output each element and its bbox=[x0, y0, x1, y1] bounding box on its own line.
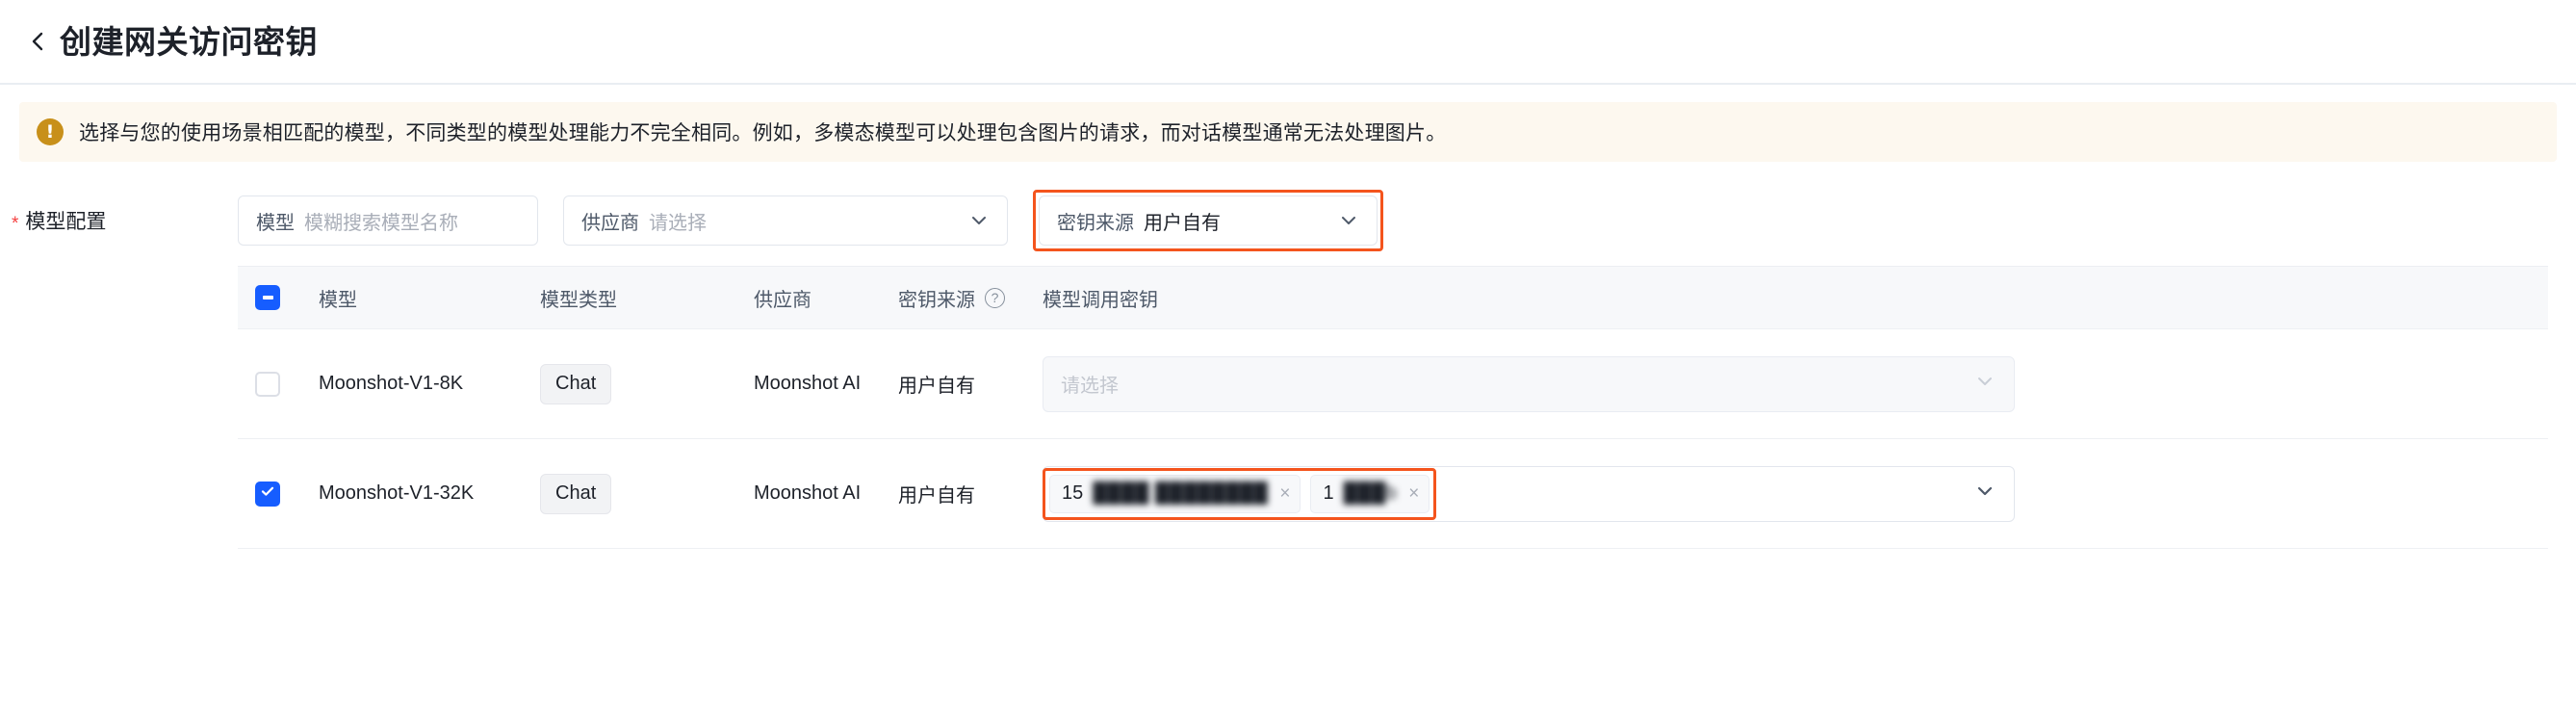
column-header-api-key: 模型调用密钥 bbox=[1043, 289, 1158, 311]
vendor-select-prefix: 供应商 bbox=[581, 212, 639, 234]
model-config-label: * 模型配置 bbox=[0, 206, 238, 235]
cell-model-type: Chat bbox=[540, 473, 754, 514]
chevron-down-icon bbox=[1338, 210, 1359, 231]
key-source-filter-highlight: 密钥来源 用户自有 bbox=[1033, 190, 1383, 251]
page-header: 创建网关访问密钥 bbox=[0, 0, 2576, 85]
column-header-vendor: 供应商 bbox=[754, 289, 811, 311]
key-source-select[interactable]: 密钥来源 用户自有 bbox=[1039, 195, 1378, 246]
cell-api-key: 15 ████ ████████ × 1 ███b × bbox=[1043, 465, 2548, 522]
warning-exclamation-icon: ! bbox=[37, 118, 64, 145]
chevron-left-icon[interactable] bbox=[27, 31, 48, 52]
close-icon[interactable]: × bbox=[1277, 484, 1292, 503]
vendor-select-placeholder: 请选择 bbox=[649, 212, 707, 234]
key-source-select-prefix: 密钥来源 bbox=[1057, 212, 1134, 234]
column-header-key-source-text: 密钥来源 bbox=[898, 289, 975, 311]
model-type-tag: Chat bbox=[540, 363, 612, 404]
api-key-chip-masked: ███b bbox=[1343, 482, 1398, 504]
row-checkbox-cell bbox=[255, 481, 319, 507]
api-key-select-stack: 15 ████ ████████ × 1 ███b × bbox=[1043, 465, 2015, 522]
question-circle-icon[interactable]: ? bbox=[985, 287, 1005, 308]
api-key-chips-highlight: 15 ████ ████████ × 1 ███b × bbox=[1043, 467, 1437, 520]
row-checkbox[interactable] bbox=[255, 481, 280, 507]
api-key-chip-masked: ████ ████████ bbox=[1093, 482, 1269, 504]
api-key-chip[interactable]: 15 ████ ████████ × bbox=[1049, 474, 1301, 513]
close-icon[interactable]: × bbox=[1406, 484, 1421, 503]
vendor-select[interactable]: 供应商 请选择 bbox=[563, 195, 1008, 246]
column-header-key-source: 密钥来源 ? bbox=[898, 284, 1043, 312]
api-key-chip-lead: 1 bbox=[1323, 482, 1334, 504]
chevron-down-icon bbox=[1973, 480, 1996, 508]
row-checkbox[interactable] bbox=[255, 371, 280, 397]
table-row: Moonshot-V1-32K Chat Moonshot AI 用户自有 15 bbox=[238, 438, 2548, 548]
cell-model-type: Chat bbox=[540, 363, 754, 404]
api-key-select-disabled[interactable]: 请选择 bbox=[1043, 355, 2015, 412]
key-source-select-value: 用户自有 bbox=[1144, 212, 1221, 234]
api-key-select-placeholder: 请选择 bbox=[1061, 376, 1119, 397]
table-header-row: 模型 模型类型 供应商 密钥来源 ? 模型调用密钥 bbox=[238, 267, 2548, 328]
api-key-chip[interactable]: 1 ███b × bbox=[1310, 474, 1430, 513]
cell-key-source: 用户自有 bbox=[898, 485, 975, 507]
model-config-label-text: 模型配置 bbox=[25, 211, 107, 233]
cell-vendor: Moonshot AI bbox=[754, 373, 862, 394]
cell-vendor: Moonshot AI bbox=[754, 482, 862, 504]
select-all-checkbox[interactable] bbox=[255, 285, 280, 310]
cell-api-key: 请选择 bbox=[1043, 355, 2548, 412]
model-table: 模型 模型类型 供应商 密钥来源 ? 模型调用密钥 Moonshot-V1-8K… bbox=[238, 266, 2548, 658]
chevron-down-icon bbox=[1973, 370, 1996, 399]
column-header-model-type: 模型类型 bbox=[540, 289, 617, 311]
model-search-prefix: 模型 bbox=[256, 212, 295, 234]
chevron-down-icon bbox=[968, 210, 990, 231]
table-row bbox=[238, 548, 2548, 658]
cell-model-name: Moonshot-V1-8K bbox=[319, 373, 464, 394]
model-type-tag: Chat bbox=[540, 473, 612, 514]
warning-alert: ! 选择与您的使用场景相匹配的模型，不同类型的模型处理能力不完全相同。例如，多模… bbox=[19, 102, 2557, 162]
filter-controls: 模型 模糊搜索模型名称 供应商 请选择 密钥来源 用户自有 bbox=[238, 190, 1383, 251]
required-asterisk: * bbox=[12, 213, 19, 234]
api-key-chip-lead: 15 bbox=[1062, 482, 1084, 504]
column-header-model: 模型 bbox=[319, 289, 357, 311]
table-row: Moonshot-V1-8K Chat Moonshot AI 用户自有 请选择 bbox=[238, 328, 2548, 438]
select-all-checkbox-cell bbox=[255, 285, 319, 310]
page-title: 创建网关访问密钥 bbox=[60, 23, 318, 60]
alert-message: 选择与您的使用场景相匹配的模型，不同类型的模型处理能力不完全相同。例如，多模态模… bbox=[79, 122, 1447, 144]
model-search-input[interactable]: 模型 模糊搜索模型名称 bbox=[238, 195, 538, 246]
cell-model-name: Moonshot-V1-32K bbox=[319, 482, 475, 504]
model-config-form-row: * 模型配置 模型 模糊搜索模型名称 供应商 请选择 密钥来源 用户自有 bbox=[0, 162, 2576, 254]
cell-key-source: 用户自有 bbox=[898, 376, 975, 397]
alert-container: ! 选择与您的使用场景相匹配的模型，不同类型的模型处理能力不完全相同。例如，多模… bbox=[0, 85, 2576, 162]
row-checkbox-cell bbox=[255, 371, 319, 397]
model-search-placeholder: 模糊搜索模型名称 bbox=[304, 212, 458, 234]
